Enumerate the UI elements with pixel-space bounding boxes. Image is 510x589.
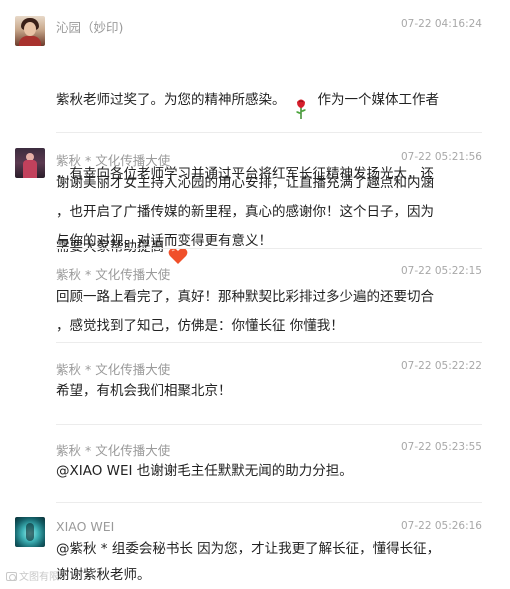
comment-text: 希望，有机会我们相聚北京！ [56, 383, 232, 399]
comment-timestamp: 07-22 05:26:16 [400, 520, 482, 532]
comment-author[interactable]: XIAO WEI [56, 519, 114, 534]
comment-author[interactable]: 紫秋 * 文化传播大使 [56, 150, 170, 169]
watermark-text: 文图有限 [19, 572, 59, 583]
rose-emoji-icon [294, 69, 308, 131]
comment-timestamp: 07-22 05:21:56 [400, 151, 482, 163]
comment-text: @XIAO WEI 也谢谢毛主任默默无闻的助力分担。 [56, 463, 353, 479]
avatar[interactable] [15, 16, 45, 46]
watermark: 文图有限 [6, 568, 59, 583]
comment-timestamp: 07-22 04:16:24 [400, 18, 482, 30]
divider [56, 248, 482, 249]
comment-timestamp: 07-22 05:23:55 [400, 441, 482, 453]
divider [56, 502, 482, 503]
divider [56, 424, 482, 425]
avatar[interactable] [15, 517, 45, 547]
comment-text: 谢谢美丽才女主持人沁园的用心安排，让直播充满了趣点和内涵 ，也开启了广播传媒的新… [56, 175, 434, 249]
comment-author[interactable]: 紫秋 * 文化传播大使 [56, 264, 170, 283]
comment-author[interactable]: 沁园（妙印) [56, 17, 123, 36]
comment-text-line: 作为一个媒体工作者 [317, 92, 440, 108]
camera-icon [6, 572, 17, 581]
comment-author[interactable]: 紫秋 * 文化传播大使 [56, 359, 170, 378]
comment-text: 回顾一路上看完了，真好！那种默契比彩排过多少遍的还要切合 ，感觉找到了知己，仿佛… [56, 289, 434, 334]
avatar[interactable] [15, 148, 45, 178]
divider [56, 342, 482, 343]
comment-timestamp: 07-22 05:22:15 [400, 265, 482, 277]
comment-text-line: 紫秋老师过奖了。为您的精神所感染。 [56, 92, 286, 108]
comment-timestamp: 07-22 05:22:22 [400, 360, 482, 372]
comment-text: @紫秋 * 组委会秘书长 因为您，才让我更了解长征，懂得长征， 谢谢紫秋老师。 [56, 541, 441, 583]
divider [56, 132, 482, 133]
